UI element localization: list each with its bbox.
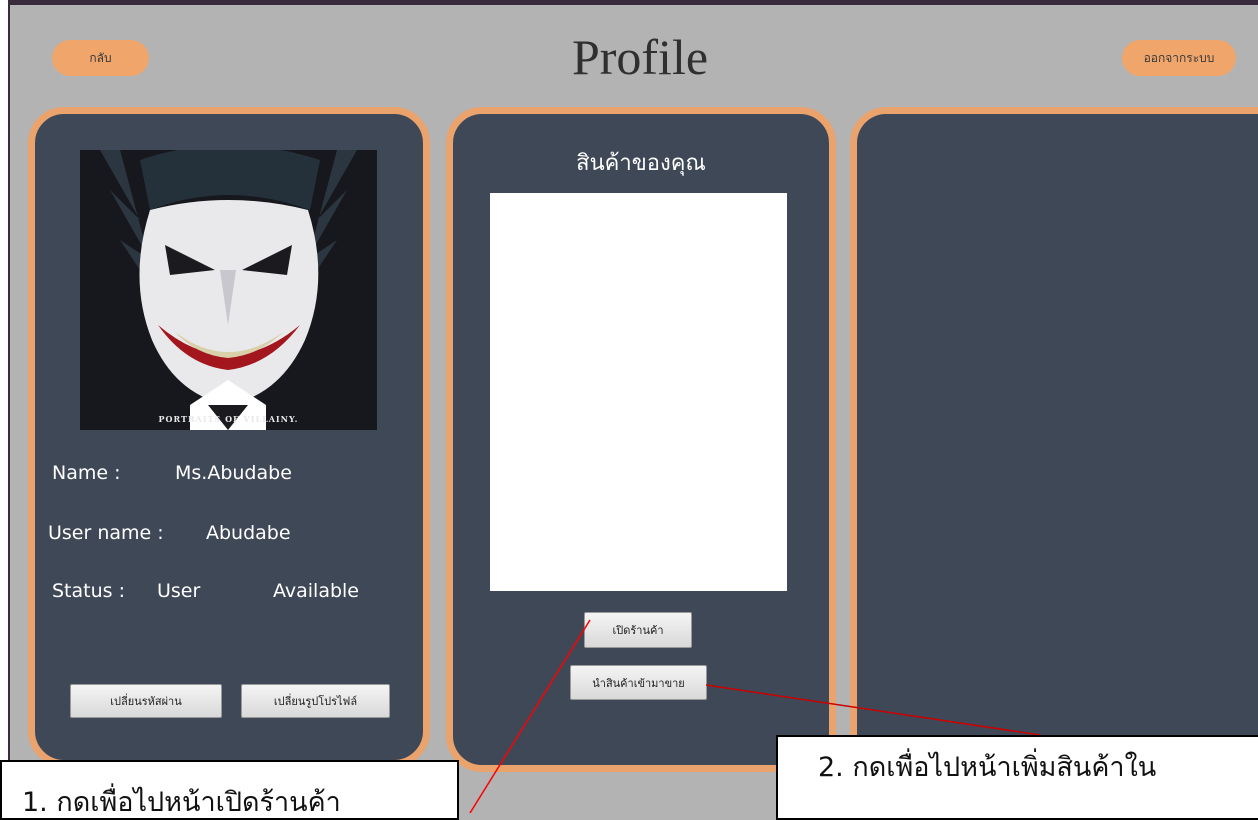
annotation-box-1: 1. กดเพื่อไปหน้าเปิดร้านค้า <box>0 760 459 820</box>
annotation-text-2: 2. กดเพื่อไปหน้าเพิ่มสินค้าใน <box>818 752 1157 783</box>
annotation-line-2 <box>705 684 1041 736</box>
annotation-box-2: 2. กดเพื่อไปหน้าเพิ่มสินค้าใน <box>776 735 1258 820</box>
annotation-lines <box>469 619 1041 813</box>
annotation-line-1 <box>469 619 591 813</box>
annotation-text-1: 1. กดเพื่อไปหน้าเปิดร้านค้า <box>22 787 341 818</box>
